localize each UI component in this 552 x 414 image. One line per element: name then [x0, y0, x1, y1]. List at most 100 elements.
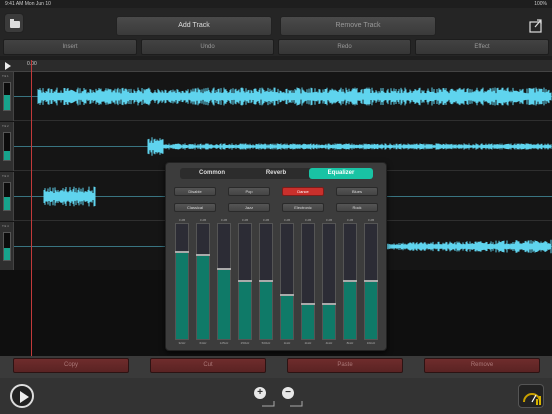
- eq-band-thumb[interactable]: [196, 254, 210, 257]
- eq-band-fill: [218, 270, 230, 339]
- remove-track-button[interactable]: Remove Track: [280, 16, 436, 36]
- folder-icon: [10, 19, 20, 28]
- track-level-fill: [4, 196, 10, 210]
- meter-button[interactable]: [518, 384, 544, 408]
- eq-band-label: 250Hz: [240, 341, 250, 345]
- preset-rock[interactable]: Rock: [336, 203, 378, 212]
- paste-button[interactable]: Paste: [287, 358, 403, 373]
- eq-band-thumb[interactable]: [175, 250, 189, 253]
- eq-band-thumb[interactable]: [238, 279, 252, 282]
- waveform-path: [147, 137, 552, 156]
- eq-band-slider[interactable]: [280, 223, 294, 340]
- track-label: Trk 4: [2, 224, 9, 228]
- track-level-meter: [3, 182, 11, 211]
- eq-band-slider[interactable]: [322, 223, 336, 340]
- effect-tabs: Common Reverb Equalizer: [180, 168, 373, 179]
- eq-band-slider[interactable]: [364, 223, 378, 340]
- zoom-in-button[interactable]: +: [254, 387, 266, 399]
- eq-band-thumb[interactable]: [343, 279, 357, 282]
- cut-button[interactable]: Cut: [150, 358, 266, 373]
- eq-band-label: 8kHz: [346, 341, 354, 345]
- eq-band-slider[interactable]: [259, 223, 273, 340]
- eq-band-label: 500Hz: [261, 341, 271, 345]
- eq-band-thumb[interactable]: [259, 279, 273, 282]
- eq-band-fill: [197, 256, 209, 339]
- eq-band-fill: [323, 304, 335, 339]
- zoom-out-button[interactable]: −: [282, 387, 294, 399]
- preset-disable[interactable]: Disable: [174, 187, 216, 196]
- eq-band-slider[interactable]: [217, 223, 231, 340]
- eq-band-slider[interactable]: [196, 223, 210, 340]
- eq-band-value: 0 dB: [325, 218, 333, 222]
- track-label: Trk 3: [2, 174, 9, 178]
- track-header[interactable]: Trk 4: [0, 222, 14, 271]
- top-bar: Add Track Remove Track: [0, 8, 552, 40]
- eq-band-slider[interactable]: [301, 223, 315, 340]
- effect-button[interactable]: Effect: [415, 39, 549, 55]
- eq-band-thumb[interactable]: [280, 294, 294, 297]
- status-date: Mon Jun 10: [24, 1, 51, 7]
- eq-band-label: 32Hz: [178, 341, 186, 345]
- share-button[interactable]: [527, 16, 545, 34]
- eq-band-thumb[interactable]: [364, 279, 378, 282]
- status-time: 9:41 AM Mon Jun 10: [5, 1, 51, 7]
- tab-common[interactable]: Common: [180, 168, 244, 179]
- play-button[interactable]: [10, 384, 34, 408]
- play-icon: [20, 391, 29, 403]
- waveform-path: [43, 186, 96, 207]
- eq-band-value: 0 dB: [346, 218, 354, 222]
- zoom-in-slider-icon: [262, 401, 275, 407]
- status-bar: 9:41 AM Mon Jun 10 100%: [0, 0, 552, 8]
- track-waveform: [14, 87, 552, 106]
- share-icon: [529, 19, 542, 33]
- track-label: Trk 1: [2, 74, 9, 78]
- track-header[interactable]: Trk 1: [0, 72, 14, 121]
- eq-band-slider[interactable]: [343, 223, 357, 340]
- eq-band-value: 0 dB: [262, 218, 270, 222]
- gauge-icon: [523, 393, 541, 405]
- track-header[interactable]: Trk 3: [0, 172, 14, 221]
- eq-band-thumb[interactable]: [301, 302, 315, 305]
- track-header[interactable]: Trk 2: [0, 122, 14, 171]
- eq-band-thumb[interactable]: [217, 268, 231, 270]
- add-track-button[interactable]: Add Track: [116, 16, 272, 36]
- preset-classical[interactable]: Classical: [174, 203, 216, 212]
- preset-electronic[interactable]: Electronic: [282, 203, 324, 212]
- effect-panel: Common Reverb Equalizer Disable Pop Danc…: [165, 162, 387, 351]
- copy-button[interactable]: Copy: [13, 358, 129, 373]
- preset-blues[interactable]: Blues: [336, 187, 378, 196]
- track-level-fill: [4, 150, 10, 160]
- tab-reverb[interactable]: Reverb: [244, 168, 308, 179]
- eq-band-thumb[interactable]: [322, 302, 336, 305]
- eq-band-value: 0 dB: [304, 218, 312, 222]
- playhead[interactable]: [31, 60, 32, 356]
- eq-band-fill: [302, 304, 314, 339]
- eq-band-slider[interactable]: [238, 223, 252, 340]
- track-level-meter: [3, 132, 11, 161]
- status-time-text: 9:41 AM: [5, 1, 24, 7]
- remove-button[interactable]: Remove: [424, 358, 540, 373]
- eq-band-label: 1kHz: [283, 341, 291, 345]
- eq-band-value: 0 dB: [283, 218, 291, 222]
- timeline-ruler[interactable]: 0.00: [0, 60, 552, 72]
- eq-band-fill: [344, 281, 356, 339]
- app-window: 9:41 AM Mon Jun 10 100% Add Track Remove…: [0, 0, 552, 414]
- clipboard-bar: Copy Cut Paste Remove: [0, 356, 552, 378]
- preset-pop[interactable]: Pop: [228, 187, 270, 196]
- insert-button[interactable]: Insert: [3, 39, 137, 55]
- eq-band-label: 2kHz: [304, 341, 312, 345]
- track-label: Trk 2: [2, 124, 9, 128]
- eq-band-fill: [176, 252, 188, 339]
- eq-band-value: 0 dB: [178, 218, 186, 222]
- preset-dance[interactable]: Dance: [282, 187, 324, 196]
- eq-band-slider[interactable]: [175, 223, 189, 340]
- file-menu-button[interactable]: [4, 13, 24, 33]
- track-row[interactable]: Trk 1: [0, 72, 552, 121]
- eq-band-value: 0 dB: [220, 218, 228, 222]
- redo-button[interactable]: Redo: [278, 39, 411, 55]
- plus-icon: +: [257, 387, 263, 398]
- zoom-out-slider-icon: [290, 401, 303, 407]
- undo-button[interactable]: Undo: [141, 39, 274, 55]
- tab-equalizer[interactable]: Equalizer: [309, 168, 373, 179]
- preset-jazz[interactable]: Jazz: [228, 203, 270, 212]
